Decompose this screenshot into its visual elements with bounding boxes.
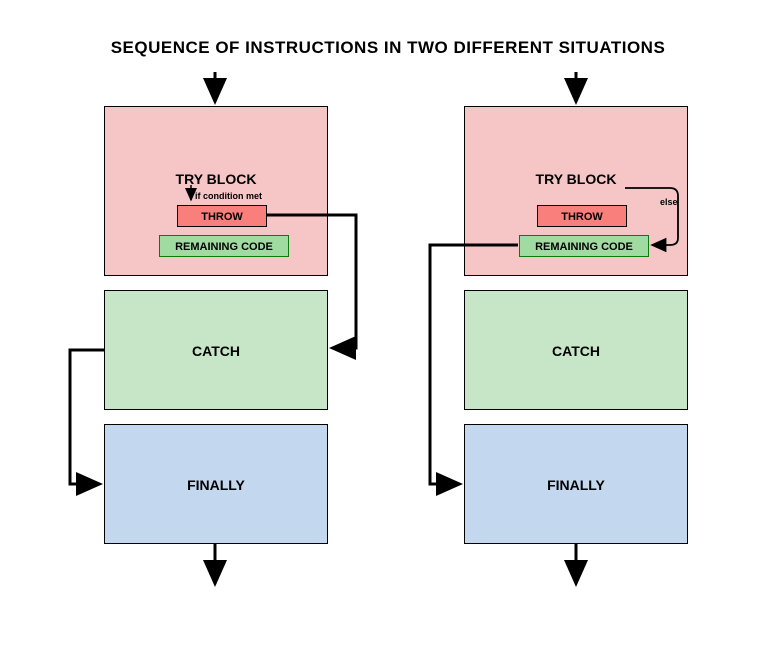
condition-label: if condition met bbox=[195, 191, 262, 201]
catch-label-r: CATCH bbox=[465, 343, 687, 359]
left-try-block: TRY BLOCK if condition met THROW REMAINI… bbox=[104, 106, 328, 276]
left-finally-block: FINALLY bbox=[104, 424, 328, 544]
left-catch-block: CATCH bbox=[104, 290, 328, 410]
finally-label: FINALLY bbox=[105, 477, 327, 493]
try-label: TRY BLOCK bbox=[105, 171, 327, 187]
catch-label: CATCH bbox=[105, 343, 327, 359]
try-label-r: TRY BLOCK bbox=[465, 171, 687, 187]
throw-box-r: THROW bbox=[537, 205, 627, 227]
throw-box: THROW bbox=[177, 205, 267, 227]
else-label: else bbox=[660, 197, 678, 207]
page-title: SEQUENCE OF INSTRUCTIONS IN TWO DIFFEREN… bbox=[0, 38, 776, 58]
right-try-block: TRY BLOCK else THROW REMAINING CODE bbox=[464, 106, 688, 276]
remaining-code-box-r: REMAINING CODE bbox=[519, 235, 649, 257]
remaining-code-box: REMAINING CODE bbox=[159, 235, 289, 257]
right-catch-block: CATCH bbox=[464, 290, 688, 410]
right-finally-block: FINALLY bbox=[464, 424, 688, 544]
finally-label-r: FINALLY bbox=[465, 477, 687, 493]
